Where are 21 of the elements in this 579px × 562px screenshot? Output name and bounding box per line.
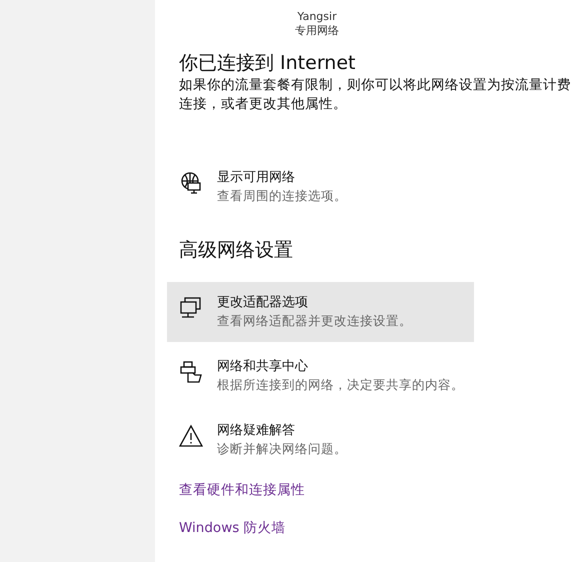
setting-item[interactable]: 更改适配器选项 查看网络适配器并更改连接设置。 — [167, 282, 474, 342]
globe-monitor-icon — [179, 171, 203, 195]
item-title: 更改适配器选项 — [217, 294, 309, 312]
status-description: 连接，或者更改其他属性。 — [179, 95, 348, 114]
section-heading: 高级网络设置 — [179, 238, 294, 263]
network-type: 专用网络 — [295, 24, 339, 38]
item-title: 网络疑难解答 — [217, 422, 296, 440]
status-description: 如果你的流量套餐有限制，则你可以将此网络设置为按流量计费 — [179, 76, 572, 95]
item-description: 根据所连接到的网络，决定要共享的内容。 — [217, 376, 464, 394]
warning-icon — [179, 424, 203, 448]
status-heading: 你已连接到 Internet — [179, 51, 356, 76]
item-title: 网络和共享中心 — [217, 358, 309, 376]
item-description: 诊断并解决网络问题。 — [217, 440, 347, 458]
network-name: Yangsir — [297, 10, 337, 24]
item-description: 查看周围的连接选项。 — [217, 187, 347, 205]
settings-link[interactable]: Windows 防火墙 — [179, 518, 579, 538]
monitors-icon — [179, 296, 203, 320]
item-title: 显示可用网络 — [217, 169, 296, 187]
item-description: 查看网络适配器并更改连接设置。 — [217, 312, 412, 330]
printer-folder-icon — [179, 360, 203, 384]
settings-link[interactable]: 查看硬件和连接属性 — [179, 480, 579, 500]
